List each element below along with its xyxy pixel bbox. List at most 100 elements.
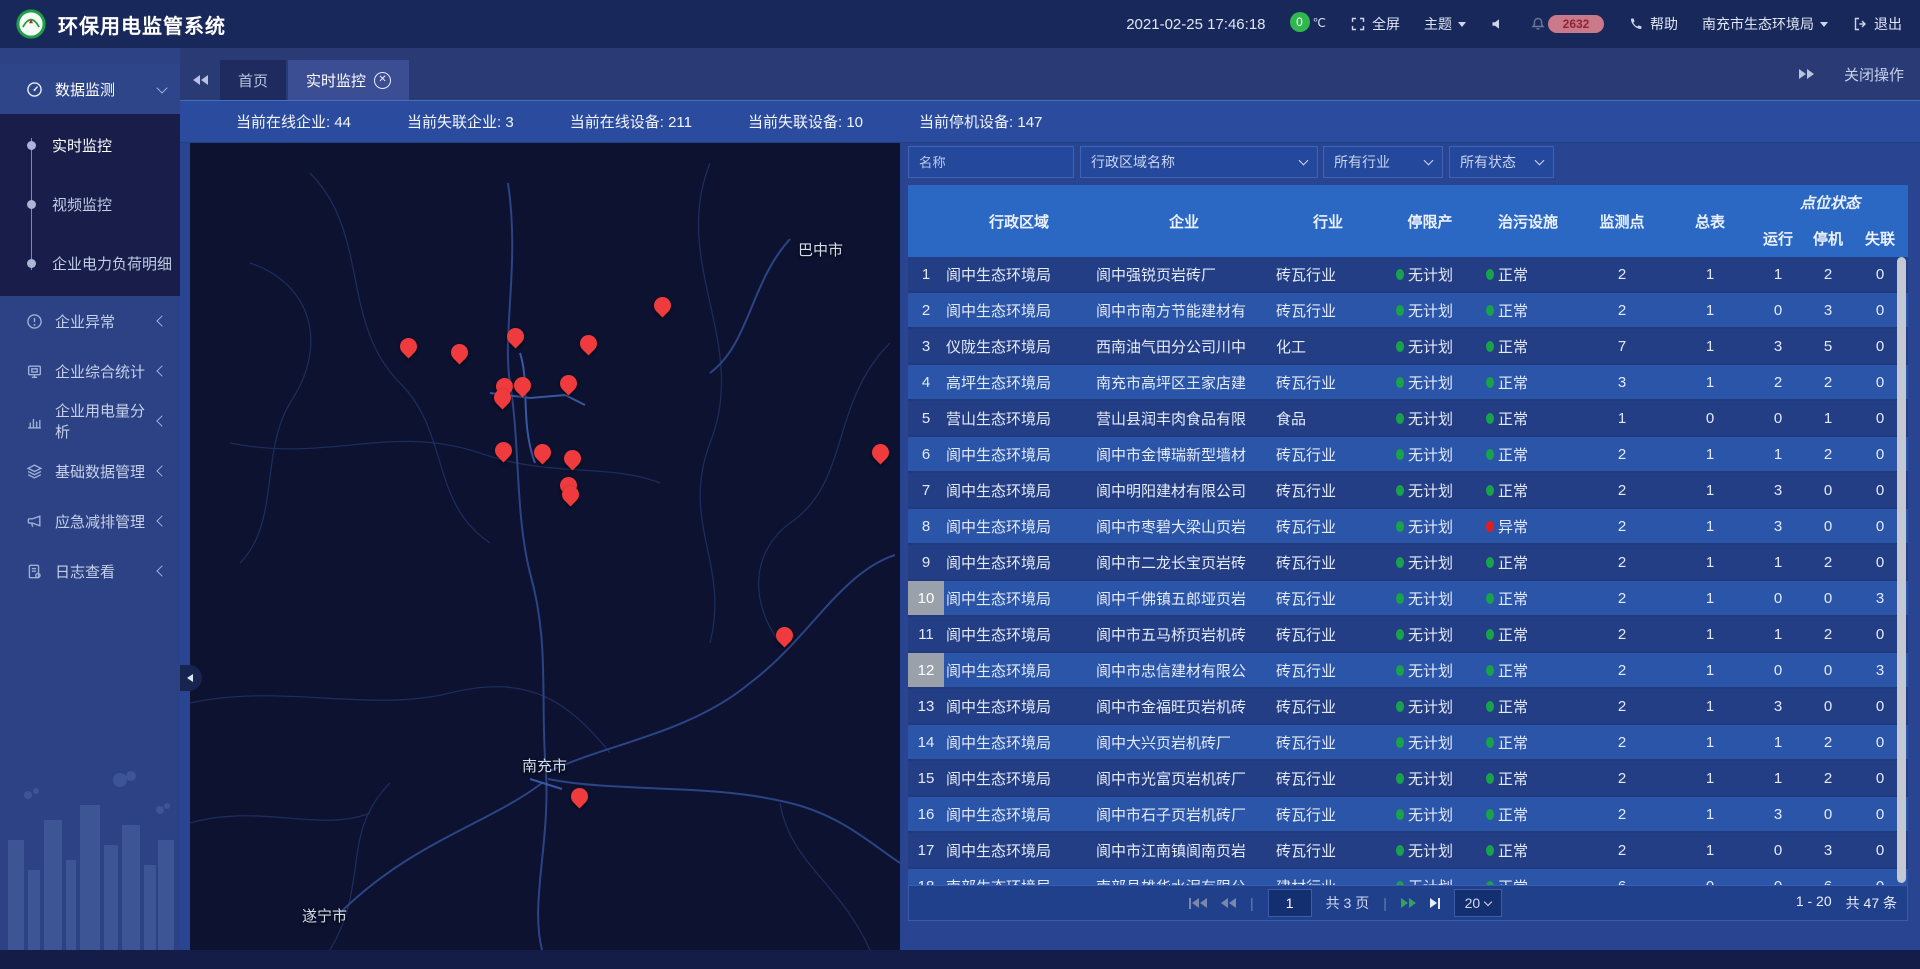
facility-status-label: 正常 — [1498, 552, 1528, 573]
chevron-down-icon — [1484, 897, 1492, 905]
theme-dropdown[interactable]: 主题 — [1424, 14, 1466, 34]
name-search-input[interactable] — [908, 146, 1074, 178]
sidebar-group-6[interactable]: 应急减排管理 — [0, 496, 180, 546]
sidebar-item-1[interactable]: 实时监控 — [0, 116, 180, 175]
sidebar-group-5[interactable]: 基础数据管理 — [0, 446, 180, 496]
cell-monitor-count: 2 — [1578, 653, 1666, 687]
table-row[interactable]: 18南部生态环境局南部县雄华水泥有限公建材行业无计划正常60060 — [908, 869, 1908, 885]
sidebar-group-2[interactable]: 企业异常 — [0, 296, 180, 346]
org-dropdown[interactable]: 南充市生态环境局 — [1702, 14, 1828, 34]
cell-industry: 砖瓦行业 — [1274, 653, 1382, 687]
cell-facility-status: 正常 — [1478, 545, 1578, 579]
status-select[interactable]: 所有状态 — [1449, 146, 1554, 178]
close-tab-icon[interactable]: ✕ — [374, 72, 391, 89]
chevron-left-icon — [187, 674, 193, 682]
halt-status-label: 无计划 — [1408, 264, 1453, 285]
industry-select[interactable]: 所有行业 — [1323, 146, 1443, 178]
sidebar-item-3[interactable]: 企业电力负荷明细 — [0, 234, 180, 293]
fullscreen-label: 全屏 — [1372, 14, 1400, 34]
close-operations-button[interactable]: 关闭操作 — [1844, 64, 1904, 85]
halt-status-label: 无计划 — [1408, 552, 1453, 573]
table-row[interactable]: 12阆中生态环境局阆中市忠信建材有限公砖瓦行业无计划正常21003 — [908, 653, 1908, 689]
status-dot-icon — [1396, 485, 1404, 496]
cell-halt-status: 无计划 — [1382, 689, 1478, 723]
cell-facility-status: 正常 — [1478, 293, 1578, 327]
status-dot-icon — [1396, 629, 1404, 640]
cell-run-count: 0 — [1754, 293, 1802, 327]
sidebar-group-1[interactable]: 数据监测 — [0, 64, 180, 114]
region-select[interactable]: 行政区域名称 — [1080, 146, 1318, 178]
stat-label: 当前在线设备: — [570, 114, 668, 131]
fullscreen-button[interactable]: 全屏 — [1350, 14, 1400, 34]
table-row[interactable]: 16阆中生态环境局阆中市石子页岩机砖厂砖瓦行业无计划正常21300 — [908, 797, 1908, 833]
status-dot-icon — [1486, 413, 1494, 424]
sidebar-item-2[interactable]: 视频监控 — [0, 175, 180, 234]
table-row[interactable]: 4高坪生态环境局南充市高坪区王家店建砖瓦行业无计划正常31220 — [908, 365, 1908, 401]
page-size-select[interactable]: 20 — [1454, 889, 1502, 917]
table-row[interactable]: 9阆中生态环境局阆中市二龙长宝页岩砖砖瓦行业无计划正常21120 — [908, 545, 1908, 581]
table-row[interactable]: 3仪陇生态环境局西南油气田分公司川中化工无计划正常71350 — [908, 329, 1908, 365]
tab-home[interactable]: 首页 — [220, 60, 286, 100]
cell-rownum: 1 — [908, 257, 944, 291]
table-row[interactable]: 8阆中生态环境局阆中市枣碧大梁山页岩砖瓦行业无计划异常21300 — [908, 509, 1908, 545]
cell-rownum: 18 — [908, 869, 944, 885]
table-row[interactable]: 10阆中生态环境局阆中千佛镇五郎垭页岩砖瓦行业无计划正常21003 — [908, 581, 1908, 617]
double-left-arrow-icon — [201, 75, 208, 85]
cell-region: 阆中生态环境局 — [944, 257, 1094, 291]
next-page-button[interactable] — [1401, 898, 1416, 908]
table-row[interactable]: 11阆中生态环境局阆中市五马桥页岩机砖砖瓦行业无计划正常21120 — [908, 617, 1908, 653]
stat-value: 10 — [846, 114, 863, 131]
page-number-input[interactable] — [1268, 889, 1312, 917]
cell-region: 阆中生态环境局 — [944, 293, 1094, 327]
facility-status-label: 正常 — [1498, 876, 1528, 886]
cell-halt-status: 无计划 — [1382, 401, 1478, 435]
table-row[interactable]: 1阆中生态环境局阆中强锐页岩砖厂砖瓦行业无计划正常21120 — [908, 257, 1908, 293]
table-row[interactable]: 17阆中生态环境局阆中市江南镇阆南页岩砖瓦行业无计划正常21030 — [908, 833, 1908, 869]
halt-status-label: 无计划 — [1408, 480, 1453, 501]
cell-run-count: 3 — [1754, 689, 1802, 723]
table-scrollbar[interactable] — [1897, 257, 1906, 883]
first-page-button[interactable] — [1189, 898, 1207, 909]
table-row[interactable]: 7阆中生态环境局阆中明阳建材有限公司砖瓦行业无计划正常21300 — [908, 473, 1908, 509]
tabs-scroll-right-button[interactable] — [1799, 54, 1814, 94]
table-row[interactable]: 14阆中生态环境局阆中大兴页岩机砖厂砖瓦行业无计划正常21120 — [908, 725, 1908, 761]
range-label: 1 - 20 — [1796, 893, 1832, 913]
sidebar-group-4[interactable]: 企业用电量分析 — [0, 396, 180, 446]
table-row[interactable]: 6阆中生态环境局阆中市金博瑞新型墙材砖瓦行业无计划正常21120 — [908, 437, 1908, 473]
cell-stop-count: 2 — [1802, 437, 1854, 471]
cell-meter-count: 1 — [1666, 797, 1754, 831]
table-row[interactable]: 2阆中生态环境局阆中市南方节能建材有砖瓦行业无计划正常21030 — [908, 293, 1908, 329]
table-row[interactable]: 5营山生态环境局营山县润丰肉食品有限食品无计划正常10010 — [908, 401, 1908, 437]
cell-region: 高坪生态环境局 — [944, 365, 1094, 399]
theme-label: 主题 — [1424, 14, 1452, 34]
cell-run-count: 3 — [1754, 473, 1802, 507]
status-dot-icon — [1486, 593, 1494, 604]
stats-bar: 当前在线企业: 44当前失联企业: 3当前在线设备: 211当前失联设备: 10… — [180, 100, 1920, 143]
prev-page-button[interactable] — [1221, 898, 1236, 908]
table-row[interactable]: 13阆中生态环境局阆中市金福旺页岩机砖砖瓦行业无计划正常21300 — [908, 689, 1908, 725]
caret-down-icon — [1458, 22, 1466, 27]
sidebar-group-7[interactable]: 日志查看 — [0, 546, 180, 596]
last-page-button[interactable] — [1430, 898, 1440, 909]
logout-button[interactable]: 退出 — [1852, 14, 1902, 34]
phone-icon — [1628, 16, 1644, 32]
table-row[interactable]: 15阆中生态环境局阆中市光富页岩机砖厂砖瓦行业无计划正常21120 — [908, 761, 1908, 797]
sidebar-group-3[interactable]: 企业综合统计 — [0, 346, 180, 396]
map[interactable]: 巴中市南充市遂宁市 — [190, 143, 900, 950]
status-dot-icon — [1486, 701, 1494, 712]
halt-status-label: 无计划 — [1408, 840, 1453, 861]
tabs-scroll-left-button[interactable] — [180, 60, 220, 100]
mute-button[interactable] — [1490, 16, 1506, 32]
tab-realtime-monitoring[interactable]: 实时监控 ✕ — [288, 60, 409, 100]
bell-icon — [1530, 16, 1546, 32]
stat-label: 当前失联设备: — [748, 114, 846, 131]
map-city-label: 巴中市 — [798, 239, 843, 260]
help-button[interactable]: 帮助 — [1628, 14, 1678, 34]
industry-select-value: 所有行业 — [1334, 152, 1425, 172]
cell-facility-status: 正常 — [1478, 653, 1578, 687]
facility-status-label: 正常 — [1498, 372, 1528, 393]
col-run: 运行 — [1754, 219, 1802, 257]
stat-label: 当前在线企业: — [236, 114, 334, 131]
notifications-button[interactable]: 2632 — [1530, 15, 1604, 33]
cell-stop-count: 2 — [1802, 617, 1854, 651]
